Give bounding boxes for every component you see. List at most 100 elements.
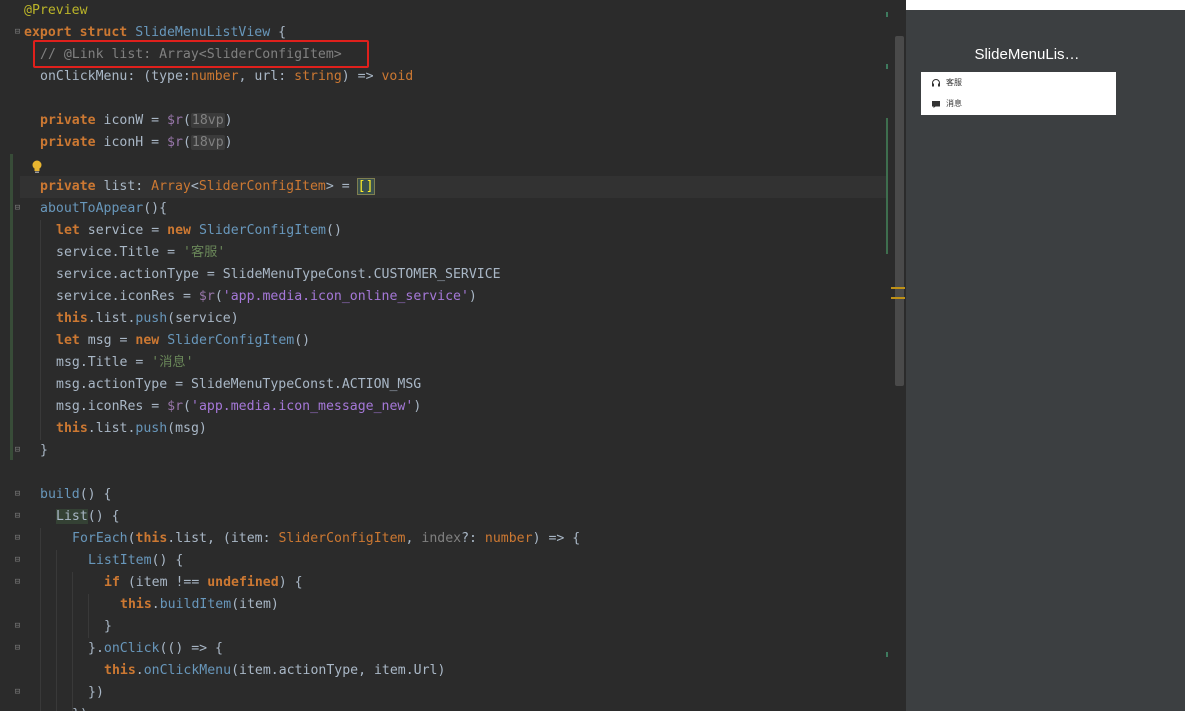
code-line[interactable]: } [40,440,48,462]
code-token: (){ [143,201,168,216]
code-token: ) => { [532,531,581,546]
code-line[interactable]: service.Title = '客服' [56,242,225,264]
code-lines[interactable]: @Preview export struct SlideMenuListView … [0,0,895,711]
code-token: () { [151,553,184,568]
list-item[interactable]: 消息 [921,93,1116,114]
code-line[interactable]: msg.iconRes = $r('app.media.icon_message… [56,396,421,418]
warning-stripe-mark[interactable] [891,297,905,299]
code-line[interactable]: @Preview [24,0,88,22]
code-token: $r [167,113,183,128]
code-token: (service) [167,311,239,326]
code-token: SliderConfigItem [198,223,326,238]
menu-item-label: 客服 [946,78,962,87]
code-token: msg = [79,333,136,348]
code-editor[interactable]: ⊟ ⊟ ⊟ ⊟ ⊟ ⊟ ⊟ ⊟ ⊟ ⊟ ⊟ @Preview export str… [0,0,906,711]
code-line[interactable]: }.onClick(() => { [88,638,223,660]
code-token: undefined [207,575,279,590]
change-stripe[interactable] [886,118,888,254]
code-line[interactable]: service.actionType = SlideMenuTypeConst.… [56,264,501,286]
code-token: ( [214,289,223,304]
code-token: number [484,531,533,546]
code-token: new [135,333,160,348]
code-token: struct [79,25,128,40]
code-line[interactable]: this.buildItem(item) [120,594,279,616]
code-token: $r [198,289,215,304]
code-line[interactable]: msg.actionType = SlideMenuTypeConst.ACTI… [56,374,421,396]
lightbulb-icon[interactable] [31,160,43,174]
code-token: : [182,69,191,84]
code-line[interactable]: this.list.push(service) [56,308,239,330]
code-token: . [135,663,144,678]
code-line[interactable]: onClickMenu: (type:number, url: string) … [40,66,413,88]
code-line[interactable]: this.onClickMenu(item.actionType, item.U… [104,660,445,682]
code-token: push [135,311,168,326]
code-token: service.Title = [56,245,184,260]
code-token: this [135,531,168,546]
code-token: }) [72,707,88,711]
code-line[interactable]: }) [88,682,104,704]
code-line[interactable]: let msg = new SliderConfigItem() [56,330,310,352]
error-stripe-mark[interactable] [886,12,888,17]
code-token: () [294,333,311,348]
code-line[interactable]: ListItem() { [88,550,183,572]
code-token: export [24,25,72,40]
code-token: msg.iconRes = [56,399,168,414]
code-token: if [104,575,120,590]
code-token: url [254,69,279,84]
code-token: < [190,179,199,194]
code-token: ForEach [72,531,128,546]
editor-scrollbar[interactable] [895,36,904,386]
code-line[interactable]: ForEach(this.list, (item: SliderConfigIt… [72,528,580,550]
code-token: , [238,69,255,84]
code-line[interactable]: if (item !== undefined) { [104,572,303,594]
code-token: buildItem [159,597,232,612]
code-token: .list. [87,311,136,326]
code-token: SlideMenuListView [135,25,271,40]
code-token: Array [151,179,191,194]
preview-title: SlideMenuLis… [974,46,1080,63]
code-token: List [56,509,88,524]
code-line[interactable]: build() { [40,484,111,506]
code-token: build [40,487,80,502]
preview-panel: SlideMenuLis… 客服 消息 [906,0,1185,711]
code-token: iconH = [95,135,168,150]
code-token: private [40,135,96,150]
code-token: aboutToAppear [40,201,144,216]
code-line[interactable]: let service = new SliderConfigItem() [56,220,342,242]
error-stripe-mark[interactable] [886,64,888,69]
code-token: > = [325,179,358,194]
error-stripe-mark[interactable] [886,652,888,657]
code-line[interactable]: aboutToAppear(){ [40,198,167,220]
code-token: ) [224,113,233,128]
code-line[interactable]: service.iconRes = $r('app.media.icon_onl… [56,286,477,308]
code-token: (item.actionType, item.Url) [231,663,446,678]
code-token: iconW = [95,113,168,128]
code-line[interactable]: } [104,616,112,638]
code-token: [] [356,178,375,195]
warning-stripe-mark[interactable] [891,287,905,289]
code-token: ) { [278,575,303,590]
code-token: $r [167,399,184,414]
code-token: new [167,223,191,238]
code-token: onClick [103,641,160,656]
code-line[interactable]: this.list.push(msg) [56,418,207,440]
code-line[interactable]: msg.Title = '消息' [56,352,194,374]
code-token: () { [87,509,120,524]
code-line[interactable]: }) [72,704,88,711]
code-line[interactable]: private iconW = $r(18vp) [40,110,233,132]
code-line[interactable]: List() { [56,506,120,528]
list-item[interactable]: 客服 [921,72,1116,93]
code-token: ?: [461,531,485,546]
code-line[interactable]: private list: Array<SliderConfigItem> = … [40,176,375,198]
code-token: (item) [231,597,279,612]
code-token: number [190,69,239,84]
code-line[interactable]: private iconH = $r(18vp) [40,132,233,154]
code-token: this [120,597,152,612]
code-token: void [381,69,414,84]
code-token: SliderConfigItem [198,179,326,194]
code-token: ) [413,399,422,414]
